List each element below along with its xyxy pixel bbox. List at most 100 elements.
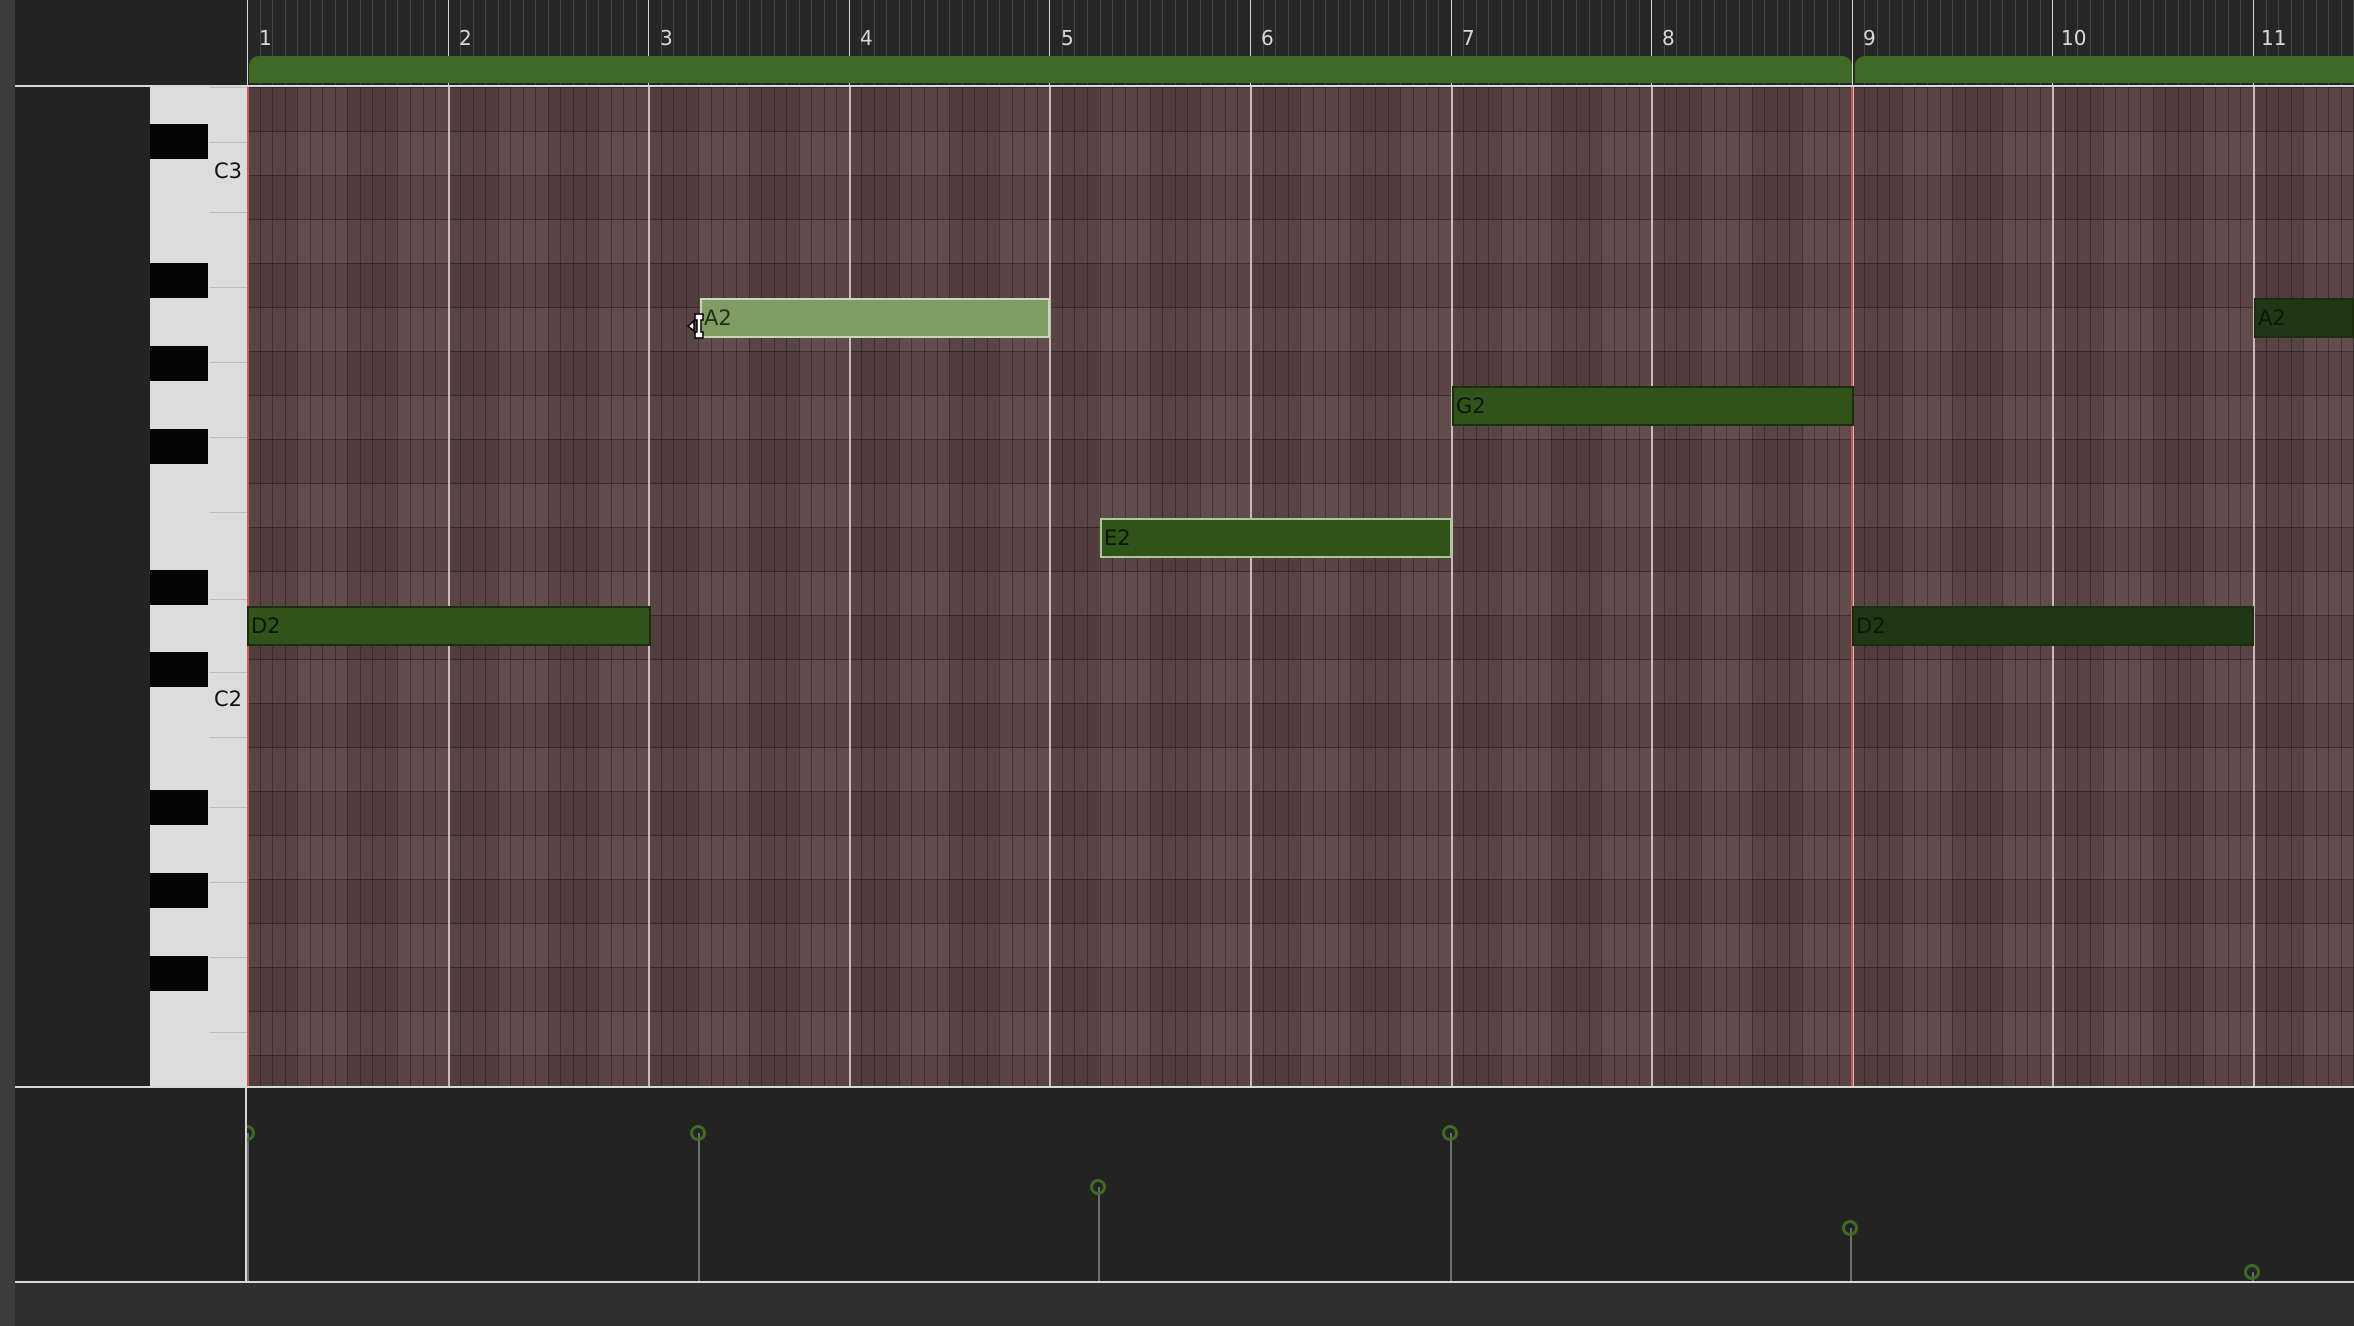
grid-sub-line bbox=[1112, 87, 1113, 1086]
bar-number: 2 bbox=[459, 26, 472, 50]
piano-white-key-divider bbox=[210, 87, 247, 88]
grid-sub-line bbox=[1589, 87, 1590, 1086]
grid-sub-line bbox=[2090, 87, 2091, 1086]
grid-sub-line bbox=[2291, 87, 2292, 1086]
clip-region-bar[interactable] bbox=[249, 56, 1852, 83]
resize-horizontal-cursor-icon bbox=[686, 313, 704, 339]
velocity-stem[interactable] bbox=[698, 1133, 700, 1281]
grid-sub-line bbox=[473, 87, 474, 1086]
piano-black-key[interactable] bbox=[150, 429, 208, 464]
clip-region-bar[interactable] bbox=[1855, 56, 2354, 83]
velocity-handle[interactable] bbox=[1842, 1220, 1858, 1236]
grid-sub-line bbox=[761, 87, 762, 1086]
velocity-handle[interactable] bbox=[1442, 1125, 1458, 1141]
midi-note[interactable]: D2 bbox=[1852, 606, 2254, 646]
grid-sub-line bbox=[1438, 87, 1439, 1086]
piano-white-key-divider bbox=[210, 287, 247, 288]
grid-sub-line bbox=[987, 87, 988, 1086]
grid-sub-line bbox=[1563, 87, 1564, 1086]
grid-sub-line bbox=[2266, 87, 2267, 1086]
grid-sub-line bbox=[1940, 87, 1941, 1086]
piano-roll-grid[interactable]: D2 A2 E2 G2 D2 A2 bbox=[247, 87, 2354, 1086]
velocity-handle[interactable] bbox=[247, 1125, 255, 1141]
grid-sub-line bbox=[2215, 87, 2216, 1086]
piano-white-key-divider bbox=[210, 957, 247, 958]
midi-note[interactable]: D2 bbox=[247, 606, 651, 646]
grid-sub-line bbox=[1212, 87, 1213, 1086]
grid-sub-line bbox=[673, 87, 674, 1086]
loop-start-marker bbox=[247, 87, 249, 1086]
grid-sub-line bbox=[1764, 87, 1765, 1086]
piano-black-key[interactable] bbox=[150, 956, 208, 991]
piano-white-key-divider bbox=[210, 737, 247, 738]
grid-sub-line bbox=[1914, 87, 1915, 1086]
bar-number: 7 bbox=[1462, 26, 1475, 50]
timeline-ruler[interactable]: 1 2 3 4 5 6 7 8 9 10 11 bbox=[247, 0, 2354, 85]
piano-black-key[interactable] bbox=[150, 790, 208, 825]
grid-sub-line bbox=[2153, 87, 2154, 1086]
grid-sub-line bbox=[1488, 87, 1489, 1086]
grid-bar-line bbox=[2253, 87, 2255, 1086]
grid-sub-line bbox=[535, 87, 536, 1086]
velocity-stem[interactable] bbox=[1450, 1133, 1452, 1281]
piano-black-key[interactable] bbox=[150, 346, 208, 381]
octave-label-c2: C2 bbox=[213, 687, 242, 711]
midi-note[interactable]: A2 bbox=[2254, 298, 2354, 338]
piano-white-key-divider bbox=[210, 362, 247, 363]
ruler-corner bbox=[15, 0, 247, 85]
grid-sub-line bbox=[1601, 87, 1602, 1086]
grid-sub-line bbox=[1952, 87, 1953, 1086]
grid-sub-line bbox=[799, 87, 800, 1086]
grid-sub-line bbox=[1413, 87, 1414, 1086]
grid-sub-line bbox=[1626, 87, 1627, 1086]
velocity-handle[interactable] bbox=[1090, 1179, 1106, 1195]
piano-keyboard[interactable]: C3 C2 bbox=[150, 87, 247, 1086]
velocity-handle[interactable] bbox=[2244, 1264, 2260, 1280]
velocity-stem[interactable] bbox=[1098, 1187, 1100, 1281]
grid-bar-line bbox=[2052, 87, 2054, 1086]
piano-white-key-divider bbox=[210, 599, 247, 600]
grid-sub-line bbox=[899, 87, 900, 1086]
grid-sub-line bbox=[485, 87, 486, 1086]
piano-black-key[interactable] bbox=[150, 124, 208, 159]
grid-sub-line bbox=[1501, 87, 1502, 1086]
grid-sub-line bbox=[322, 87, 323, 1086]
grid-sub-line bbox=[1388, 87, 1389, 1086]
grid-sub-line bbox=[285, 87, 286, 1086]
grid-sub-line bbox=[598, 87, 599, 1086]
grid-sub-line bbox=[1275, 87, 1276, 1086]
velocity-divider bbox=[245, 1088, 247, 1281]
grid-sub-line bbox=[1538, 87, 1539, 1086]
piano-black-key[interactable] bbox=[150, 263, 208, 298]
note-label: D2 bbox=[251, 614, 281, 638]
grid-sub-line bbox=[774, 87, 775, 1086]
velocity-handle[interactable] bbox=[690, 1125, 706, 1141]
grid-sub-line bbox=[1777, 87, 1778, 1086]
piano-black-key[interactable] bbox=[150, 873, 208, 908]
grid-sub-line bbox=[1902, 87, 1903, 1086]
grid-sub-line bbox=[1639, 87, 1640, 1086]
piano-white-key-divider bbox=[210, 212, 247, 213]
grid-sub-line bbox=[586, 87, 587, 1086]
grid-sub-line bbox=[2165, 87, 2166, 1086]
grid-sub-line bbox=[1187, 87, 1188, 1086]
velocity-lane[interactable] bbox=[247, 1088, 2354, 1281]
velocity-stem[interactable] bbox=[247, 1133, 249, 1281]
piano-white-key-divider bbox=[210, 1032, 247, 1033]
piano-black-key[interactable] bbox=[150, 652, 208, 687]
midi-note-selected[interactable]: A2 bbox=[700, 298, 1050, 338]
grid-sub-line bbox=[2278, 87, 2279, 1086]
piano-black-key[interactable] bbox=[150, 570, 208, 605]
grid-sub-line bbox=[611, 87, 612, 1086]
grid-sub-line bbox=[1350, 87, 1351, 1086]
midi-note[interactable]: G2 bbox=[1452, 386, 1854, 426]
grid-sub-line bbox=[1062, 87, 1063, 1086]
grid-bar-line bbox=[1250, 87, 1252, 1086]
grid-sub-line bbox=[385, 87, 386, 1086]
bottom-scrollbar-area[interactable] bbox=[15, 1283, 2354, 1326]
grid-sub-line bbox=[1701, 87, 1702, 1086]
bar-number: 9 bbox=[1863, 26, 1876, 50]
grid-sub-line bbox=[1024, 87, 1025, 1086]
ruler-tick bbox=[247, 0, 248, 85]
midi-note[interactable]: E2 bbox=[1100, 518, 1452, 558]
